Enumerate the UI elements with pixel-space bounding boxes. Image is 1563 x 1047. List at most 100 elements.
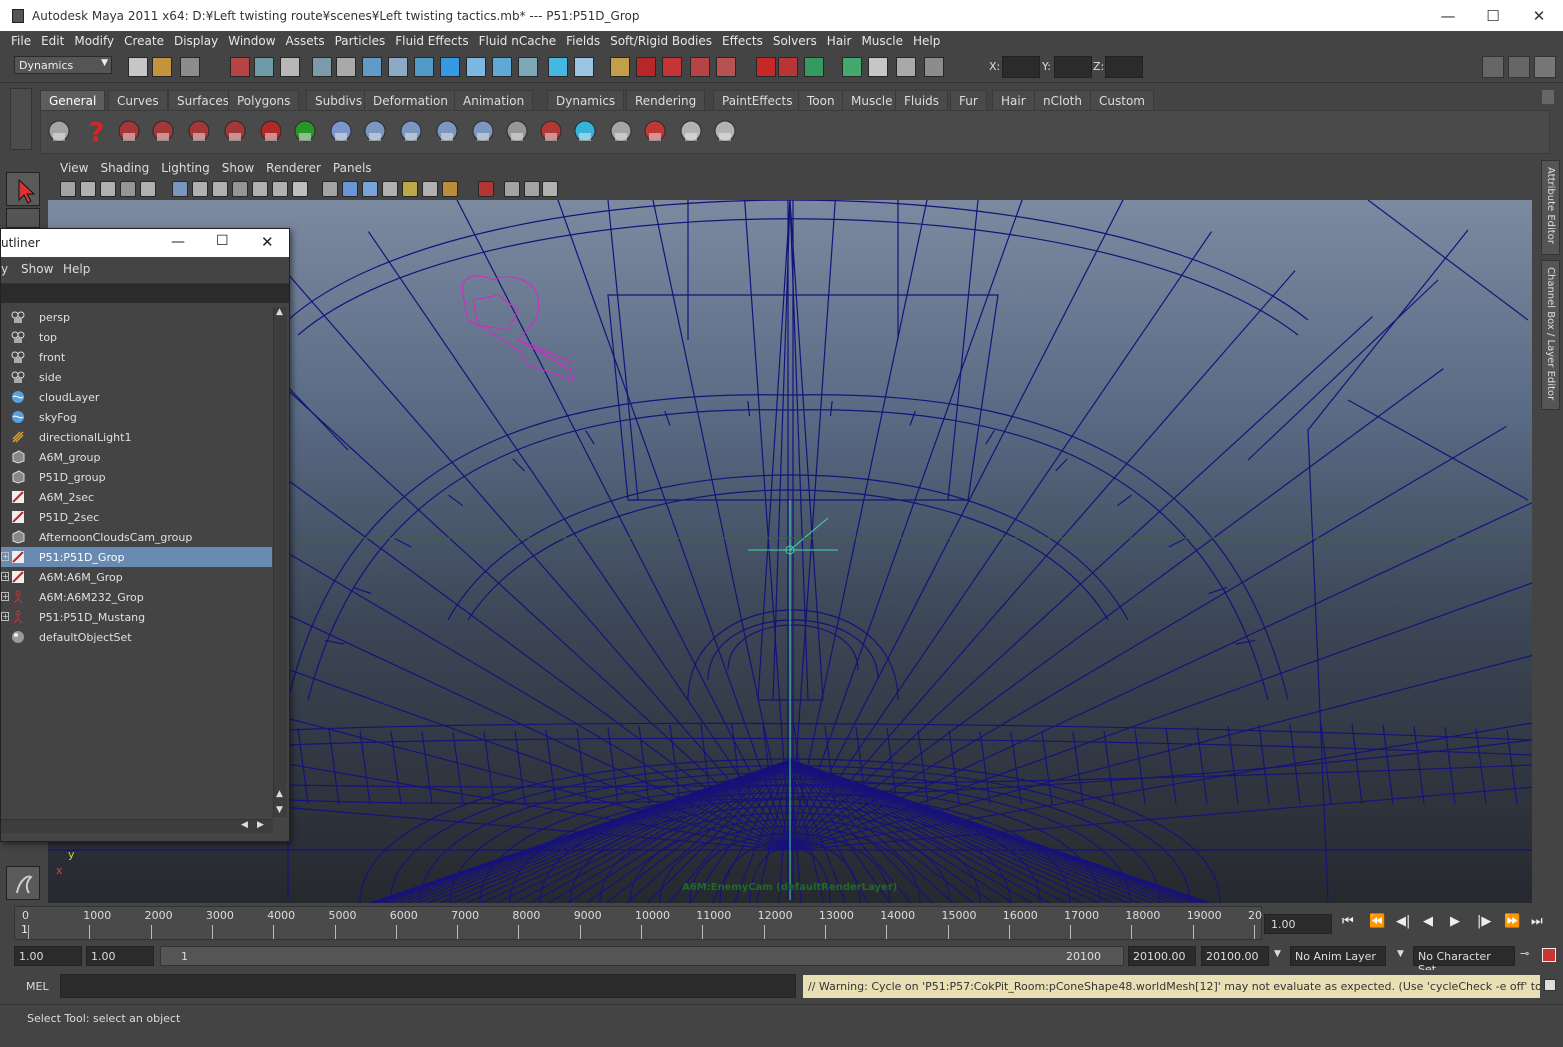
outliner-item[interactable]: + A6M:A6M_Grop [1, 567, 272, 587]
outliner-menu-item[interactable]: Help [63, 262, 90, 276]
menu-particles[interactable]: Particles [335, 34, 386, 48]
menu-fields[interactable]: Fields [566, 34, 600, 48]
minimize-button[interactable]: — [1425, 0, 1471, 31]
outliner-scrollbar[interactable]: ▲ ▲ ▼ [273, 307, 287, 817]
film-reel-icon[interactable] [45, 117, 73, 145]
viewport-menu-panels[interactable]: Panels [333, 161, 372, 175]
menu-window[interactable]: Window [228, 34, 275, 48]
hierarchy-icon[interactable] [361, 117, 389, 145]
outliner-hscrollbar[interactable]: ◀ ▶ [1, 819, 273, 833]
viewport-menu-renderer[interactable]: Renderer [266, 161, 321, 175]
statusline-tool-icon[interactable] [896, 57, 916, 77]
scroll-right-icon[interactable]: ▶ [257, 820, 264, 830]
shelf-tab-painteffects[interactable]: PaintEffects [713, 90, 802, 110]
menu-fluid-ncache[interactable]: Fluid nCache [479, 34, 557, 48]
play-back-icon[interactable]: ◀ [1423, 914, 1433, 929]
shelf-tab-subdivs[interactable]: Subdivs [306, 90, 372, 110]
x-field[interactable] [1002, 56, 1040, 78]
help-icon[interactable]: ? [83, 117, 111, 148]
shelf-tab-ncloth[interactable]: nCloth [1034, 90, 1091, 110]
maximize-button[interactable]: ☐ [1470, 0, 1516, 31]
viewport-tool-icon[interactable] [422, 181, 438, 197]
statusline-tool-icon[interactable] [312, 57, 332, 77]
play-forward-icon[interactable]: ▶ [1450, 914, 1460, 929]
scroll-up-icon[interactable]: ▲ [276, 307, 283, 317]
outliner-maximize-button[interactable]: ☐ [216, 233, 229, 249]
outliner-close-button[interactable]: ✕ [261, 233, 274, 251]
close-button[interactable]: ✕ [1516, 0, 1562, 31]
outliner-item[interactable]: P51D_2sec [1, 507, 272, 527]
menu-assets[interactable]: Assets [286, 34, 325, 48]
statusline-tool-icon[interactable] [548, 57, 568, 77]
outliner-menu-item[interactable]: Show [21, 262, 53, 276]
outliner-item[interactable]: side [1, 367, 272, 387]
statusline-tool-icon[interactable] [804, 57, 824, 77]
viewport-tool-icon[interactable] [100, 181, 116, 197]
menu-soft-rigid-bodies[interactable]: Soft/Rigid Bodies [610, 34, 712, 48]
outliner-item[interactable]: A6M_group [1, 447, 272, 467]
statusline-tool-icon[interactable] [128, 57, 148, 77]
expand-toggle[interactable]: + [1, 572, 9, 581]
statusline-tool-icon[interactable] [690, 57, 710, 77]
viewport-tool-icon[interactable] [402, 181, 418, 197]
viewport-menu-show[interactable]: Show [222, 161, 254, 175]
viewport-tool-icon[interactable] [442, 181, 458, 197]
cube-icon[interactable] [607, 117, 635, 145]
viewport-tool-icon[interactable] [252, 181, 268, 197]
shelf-tab-toon[interactable]: Toon [798, 90, 844, 110]
scroll-down-icon[interactable]: ▼ [276, 805, 283, 815]
menu-solvers[interactable]: Solvers [773, 34, 817, 48]
statusline-tool-icon[interactable] [574, 57, 594, 77]
outliner-item[interactable]: front [1, 347, 272, 367]
outliner-item[interactable]: P51D_group [1, 467, 272, 487]
range-slider-bar[interactable]: 1 20100 [160, 946, 1124, 966]
sphere-icon[interactable] [327, 117, 355, 145]
outliner-item[interactable]: A6M_2sec [1, 487, 272, 507]
menu-effects[interactable]: Effects [722, 34, 763, 48]
outliner-minimize-button[interactable]: — [171, 234, 185, 250]
graph-editor-icon[interactable] [503, 117, 531, 145]
playback-end-field[interactable]: 20100.00 [1128, 946, 1196, 966]
viewport-menu-view[interactable]: View [60, 161, 88, 175]
constraint-icon[interactable] [537, 117, 565, 145]
shelf-tab-general[interactable]: General [40, 90, 106, 110]
statusline-tool-icon[interactable] [414, 57, 434, 77]
viewport-tool-icon[interactable] [212, 181, 228, 197]
viewport-tool-icon[interactable] [478, 181, 494, 197]
go-to-start-icon[interactable]: ⏮ [1342, 914, 1354, 929]
statusline-tool-icon[interactable] [152, 57, 172, 77]
channel-box-tab[interactable]: Channel Box / Layer Editor [1541, 260, 1560, 410]
outliner-item[interactable]: persp [1, 307, 272, 327]
statusline-tool-icon[interactable] [466, 57, 486, 77]
outliner-item[interactable]: AfternoonCloudsCam_group [1, 527, 272, 547]
outliner-item[interactable]: + P51:P51D_Mustang [1, 607, 272, 627]
shelf-tab-muscle[interactable]: Muscle [842, 90, 902, 110]
step-back-icon[interactable]: ◀| [1396, 914, 1410, 929]
outliner-menu-item[interactable]: y [1, 262, 8, 276]
statusline-tool-icon[interactable] [756, 57, 776, 77]
outliner-item[interactable]: cloudLayer [1, 387, 272, 407]
viewport-tool-icon[interactable] [542, 181, 558, 197]
menu-fluid-effects[interactable]: Fluid Effects [395, 34, 468, 48]
hierarchy-3-icon[interactable] [433, 117, 461, 145]
shelf-tab-deformation[interactable]: Deformation [364, 90, 457, 110]
outliner-item[interactable]: top [1, 327, 272, 347]
statusline-tool-icon[interactable] [842, 57, 862, 77]
menu-create[interactable]: Create [124, 34, 164, 48]
outliner-item[interactable]: skyFog [1, 407, 272, 427]
select-tool-icon[interactable] [6, 172, 40, 206]
character-set-arrow-icon[interactable]: ▼ [1397, 949, 1404, 959]
attribute-editor-toggle-icon[interactable] [1482, 56, 1504, 78]
viewport-tool-icon[interactable] [292, 181, 308, 197]
step-forward-icon[interactable]: |▶ [1477, 914, 1491, 929]
sphere-box-icon[interactable] [571, 117, 599, 145]
statusline-tool-icon[interactable] [388, 57, 408, 77]
shelf-tab-fur[interactable]: Fur [950, 90, 987, 110]
viewport-tool-icon[interactable] [60, 181, 76, 197]
viewport-tool-icon[interactable] [272, 181, 288, 197]
menuset-dropdown[interactable]: Dynamics ▼ [14, 56, 112, 74]
menu-display[interactable]: Display [174, 34, 218, 48]
viewport-tool-icon[interactable] [232, 181, 248, 197]
statusline-tool-icon[interactable] [610, 57, 630, 77]
attribute-editor-tab[interactable]: Attribute Editor [1541, 160, 1560, 255]
